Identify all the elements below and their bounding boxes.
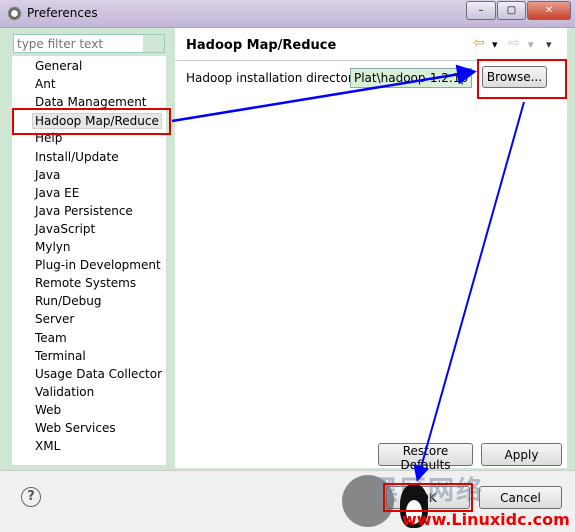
- tree-item[interactable]: Run/Debug: [35, 294, 102, 308]
- tree-item[interactable]: Java EE: [35, 186, 79, 200]
- tree-item[interactable]: JavaScript: [35, 222, 95, 236]
- tree-item[interactable]: Web: [35, 403, 61, 417]
- maximize-button[interactable]: ▢: [497, 1, 526, 20]
- tree-item[interactable]: Mylyn: [35, 240, 71, 254]
- view-menu-icon[interactable]: ▾: [546, 38, 552, 51]
- tree-item[interactable]: General: [35, 59, 82, 73]
- highlight-box-browse: [477, 59, 567, 99]
- apply-button[interactable]: Apply: [481, 443, 562, 466]
- tree-item[interactable]: Plug-in Development: [35, 258, 161, 272]
- tree-item[interactable]: Web Services: [35, 421, 116, 435]
- tree-item[interactable]: Java Persistence: [35, 204, 133, 218]
- title-bar: Preferences – ▢ ✕: [0, 0, 575, 28]
- tree-item[interactable]: Java: [35, 168, 60, 182]
- dir-label: Hadoop installation directory:: [186, 71, 364, 85]
- tree-item[interactable]: Team: [35, 331, 67, 345]
- tree-item[interactable]: Remote Systems: [35, 276, 136, 290]
- window-title: Preferences: [27, 6, 98, 20]
- watermark-url: www.Linuxidc.com: [402, 510, 570, 529]
- close-button[interactable]: ✕: [527, 1, 571, 20]
- forward-arrow-icon[interactable]: ⇨: [508, 35, 520, 51]
- forward-dropdown-icon[interactable]: ▾: [528, 38, 534, 51]
- back-arrow-icon[interactable]: ⇦: [473, 35, 485, 51]
- preferences-icon: [7, 6, 22, 21]
- minimize-button[interactable]: –: [466, 1, 496, 20]
- back-dropdown-icon[interactable]: ▾: [492, 38, 498, 51]
- clear-filter-icon[interactable]: [143, 35, 164, 52]
- tree-item[interactable]: Usage Data Collector: [35, 367, 162, 381]
- tree-item[interactable]: Ant: [35, 77, 56, 91]
- tree-item[interactable]: Terminal: [35, 349, 86, 363]
- tree-item[interactable]: XML: [35, 439, 60, 453]
- restore-defaults-button[interactable]: Restore Defaults: [378, 443, 473, 472]
- hadoop-dir-input[interactable]: [350, 68, 472, 88]
- help-icon[interactable]: ?: [21, 487, 41, 507]
- page-title: Hadoop Map/Reduce: [186, 38, 337, 53]
- tree-item[interactable]: Server: [35, 312, 74, 326]
- tree-item[interactable]: Validation: [35, 385, 94, 399]
- tree-item[interactable]: Install/Update: [35, 150, 119, 164]
- highlight-box-tree: [12, 108, 171, 135]
- highlight-box-ok: [383, 483, 473, 512]
